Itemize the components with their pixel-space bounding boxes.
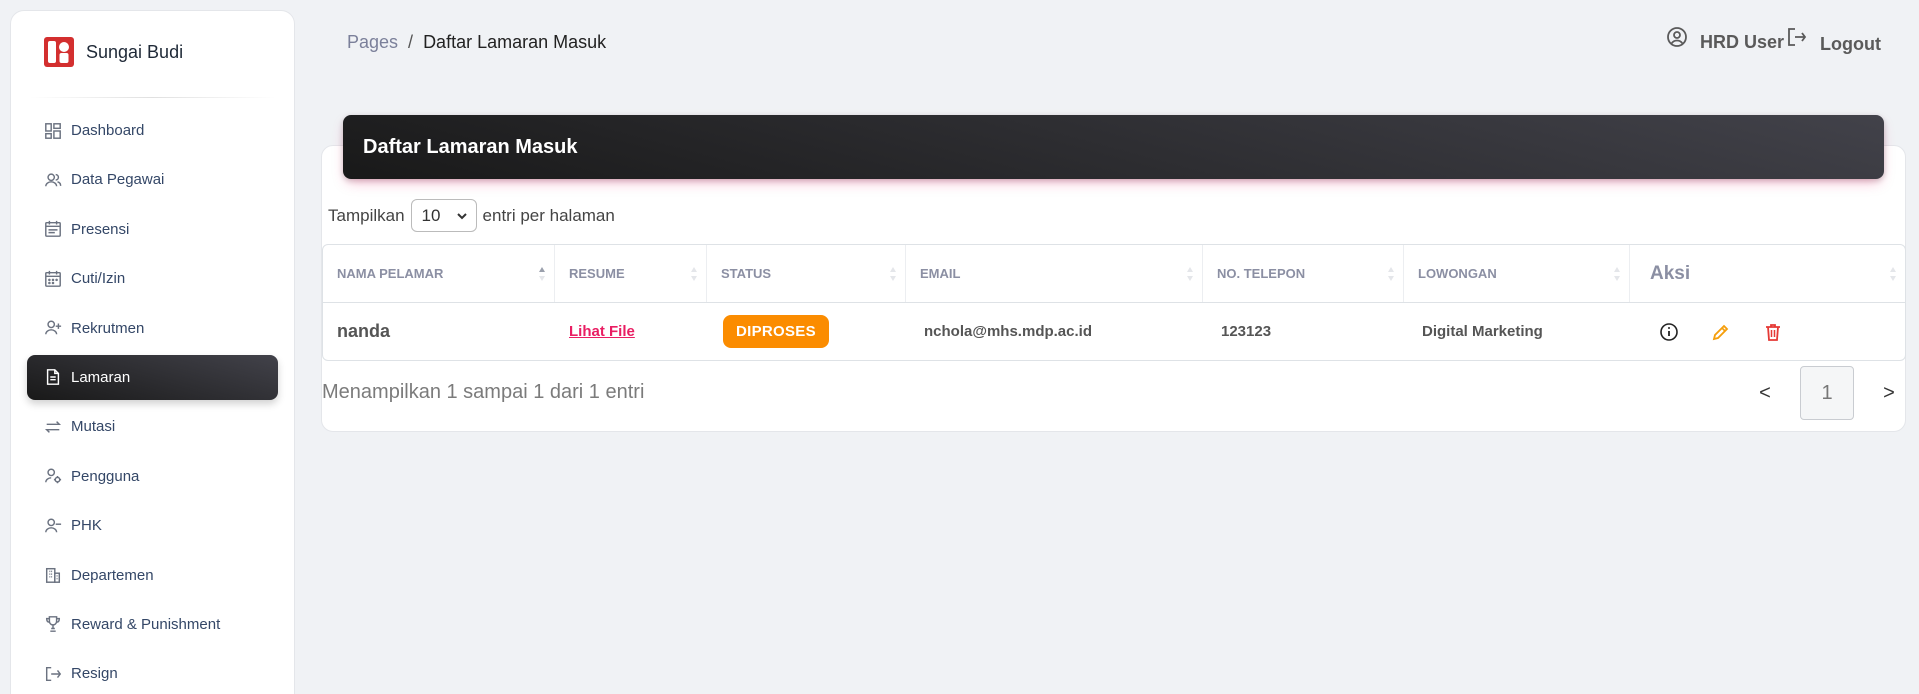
column-label: EMAIL [920,266,961,281]
entries-control: Tampilkan 10 entri per halaman [328,199,615,232]
sidebar-item-label: Mutasi [71,418,116,436]
column-header-lowongan[interactable]: LOWONGAN [1404,245,1630,302]
calendar-list-icon [43,219,63,239]
column-header-nama-pelamar[interactable]: NAMA PELAMAR [323,245,555,302]
sidebar-item-label: Dashboard [71,122,145,139]
document-icon [43,367,63,387]
column-label: RESUME [569,266,625,281]
cell-status: DIPROSES [707,303,906,360]
column-header-aksi[interactable]: Aksi [1630,245,1905,302]
column-label: STATUS [721,266,772,281]
column-label: NAMA PELAMAR [337,266,444,281]
sort-icon [690,266,698,282]
sort-icon [1387,266,1395,282]
sidebar-item-rekrutmen[interactable]: Rekrutmen [27,306,278,351]
dashboard-icon [43,121,63,141]
table-header: NAMA PELAMAR RESUME STATUS EMAIL NO. TEL… [323,245,1905,303]
sidebar: Sungai Budi Dashboard Data Pegawai Prese… [10,10,295,694]
column-label: Aksi [1650,262,1691,284]
sidebar-item-label: PHK [71,517,102,535]
logout-icon[interactable] [1786,26,1808,48]
cell-vacancy: Digital Marketing [1422,323,1543,340]
column-header-no-telepon[interactable]: NO. TELEPON [1203,245,1404,302]
sidebar-item-label: Data Pegawai [71,171,165,189]
edit-icon[interactable] [1710,321,1732,343]
sidebar-nav: Dashboard Data Pegawai Presensi Cuti/Izi… [11,108,294,694]
pagination-next[interactable]: > [1864,382,1914,405]
user-name[interactable]: HRD User [1700,32,1784,53]
trophy-icon [43,614,63,634]
pagination-prev[interactable]: < [1740,382,1790,405]
user-circle-icon [1667,27,1687,47]
sidebar-item-phk[interactable]: PHK [27,503,278,548]
breadcrumb-separator: / [408,32,414,52]
sidebar-item-label: Rekrutmen [71,319,145,337]
entries-per-page-select[interactable]: 10 [410,199,477,232]
user-plus-icon [43,318,63,338]
breadcrumb-current: Daftar Lamaran Masuk [423,32,607,52]
column-header-status[interactable]: STATUS [707,245,906,302]
sort-icon [889,266,897,282]
sort-icon [1889,266,1897,282]
sort-icon [1613,266,1621,282]
column-label: NO. TELEPON [1217,266,1306,281]
entries-suffix: entri per halaman [482,205,615,225]
sidebar-item-resign[interactable]: Resign [27,651,278,694]
sort-ascending-icon [538,266,546,282]
breadcrumb: Pages / Daftar Lamaran Masuk [347,32,606,53]
divider [29,97,276,98]
cell-email: nchola@mhs.mdp.ac.id [924,323,1092,340]
user-area: HRD User Logout [1666,26,1881,55]
sidebar-item-label: Cuti/Izin [71,270,126,288]
brand[interactable]: Sungai Budi [11,11,294,93]
chevron-down-icon [456,212,467,219]
pagination-page[interactable]: 1 [1800,366,1854,420]
sidebar-item-label: Reward & Punishment [71,615,221,633]
sidebar-item-pengguna[interactable]: Pengguna [27,454,278,499]
cell-resume: Lihat File [555,303,707,360]
cell-phone: 123123 [1221,323,1272,340]
breadcrumb-parent[interactable]: Pages [347,32,398,53]
brand-name: Sungai Budi [86,41,184,62]
cell-name: nanda [337,321,391,341]
entries-prefix: Tampilkan [328,205,405,225]
calendar-icon [43,269,63,289]
column-label: LOWONGAN [1418,266,1497,281]
logout-button[interactable]: Logout [1820,34,1881,55]
sidebar-item-data-pegawai[interactable]: Data Pegawai [27,157,278,202]
user-gear-icon [43,466,63,486]
sidebar-item-lamaran[interactable]: Lamaran [27,354,278,400]
sidebar-item-dashboard[interactable]: Dashboard [27,108,278,153]
cell-actions [1630,303,1905,360]
sidebar-item-label: Resign [71,665,118,683]
pagination: < 1 > [1740,366,1914,420]
sidebar-item-cuti-izin[interactable]: Cuti/Izin [27,256,278,301]
sort-icon [1186,266,1194,282]
building-icon [43,565,63,585]
entries-value: 10 [421,205,441,225]
column-header-email[interactable]: EMAIL [906,245,1203,302]
sidebar-item-label: Pengguna [71,467,140,485]
table-row: nanda Lihat File DIPROSES nchola@mhs.mdp… [323,303,1905,360]
users-icon [43,170,63,190]
applications-table: NAMA PELAMAR RESUME STATUS EMAIL NO. TEL… [322,244,1906,361]
table-info: Menampilkan 1 sampai 1 dari 1 entri [322,381,645,403]
exit-icon [43,664,63,684]
user-minus-icon [43,516,63,536]
sidebar-item-mutasi[interactable]: Mutasi [27,404,278,449]
brand-logo-icon [44,37,74,67]
sidebar-item-departemen[interactable]: Departemen [27,553,278,598]
resume-link[interactable]: Lihat File [569,323,635,340]
info-icon[interactable] [1658,321,1680,343]
transfer-icon [43,417,63,437]
status-badge: DIPROSES [723,315,829,348]
sidebar-item-label: Departemen [71,566,154,584]
sidebar-item-reward-punishment[interactable]: Reward & Punishment [27,602,278,647]
sidebar-item-label: Presensi [71,220,130,238]
sidebar-item-presensi[interactable]: Presensi [27,207,278,252]
delete-icon[interactable] [1762,321,1784,343]
card-title: Daftar Lamaran Masuk [343,115,1884,179]
sidebar-item-label: Lamaran [71,368,131,386]
column-header-resume[interactable]: RESUME [555,245,707,302]
